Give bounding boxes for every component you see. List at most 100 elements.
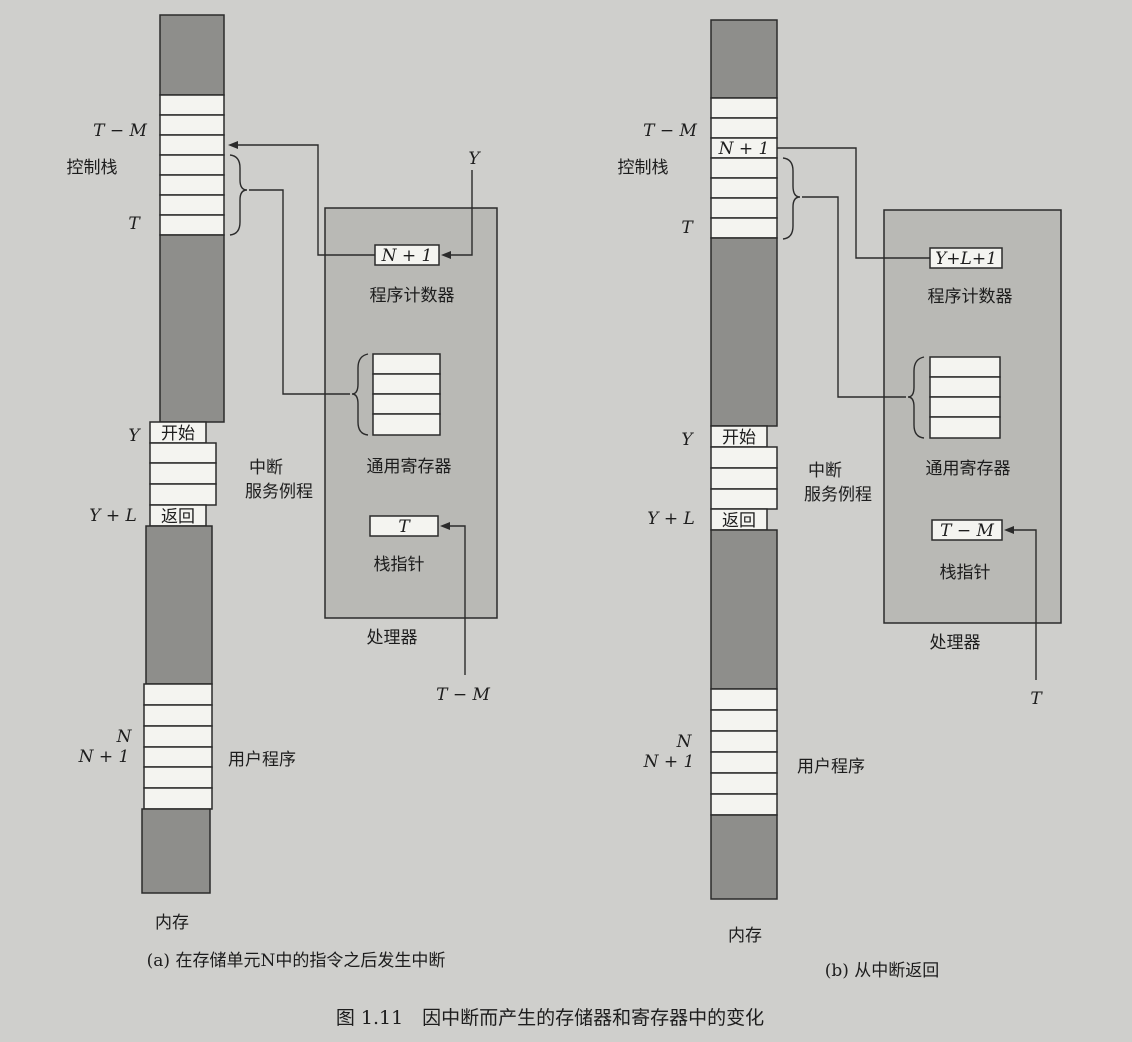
memory-cell xyxy=(159,114,225,136)
arrow-label-t: T xyxy=(1030,689,1043,709)
memory-cell xyxy=(149,462,217,485)
panel-a-memory-column xyxy=(141,14,225,894)
label-n: N xyxy=(676,732,693,752)
memory-cell xyxy=(710,197,778,219)
memory-shaded-block xyxy=(710,529,778,690)
general-register xyxy=(929,416,1001,439)
memory-shaded-block xyxy=(159,234,225,423)
label-memory: 内存 xyxy=(155,913,189,933)
memory-cell xyxy=(143,746,213,768)
memory-cell xyxy=(159,174,225,196)
label-t: T xyxy=(128,214,141,234)
sp-value: T xyxy=(398,517,411,537)
isr-label-line1: 中断 xyxy=(808,461,842,481)
label-y: Y xyxy=(681,430,694,450)
isr-label-line2: 服务例程 xyxy=(245,482,313,502)
figure: T − M 控制栈 T Y Y + L N N + 1 开始 返回 中断 服务例… xyxy=(0,0,1132,1042)
processor-name: 处理器 xyxy=(930,633,981,653)
interrupt-memory-diagram: T − M 控制栈 T Y Y + L N N + 1 开始 返回 中断 服务例… xyxy=(67,14,1062,1029)
isr-label-line1: 中断 xyxy=(249,458,283,478)
isr-label-line2: 服务例程 xyxy=(804,485,872,505)
label-control-stack: 控制栈 xyxy=(67,158,118,178)
stack-brace xyxy=(782,157,801,240)
general-register xyxy=(372,393,441,415)
sp-label: 栈指针 xyxy=(374,555,425,575)
memory-cell xyxy=(159,94,225,116)
memory-cell xyxy=(710,709,778,732)
panel-a: T − M 控制栈 T Y Y + L N N + 1 开始 返回 中断 服务例… xyxy=(67,14,498,971)
label-t-minus-m: T − M xyxy=(93,121,147,141)
arrow-label-t-minus-m: T − M xyxy=(436,685,490,705)
memory-cell xyxy=(710,157,778,179)
label-y-plus-l: Y + L xyxy=(89,506,137,526)
general-register xyxy=(929,396,1001,418)
label-n: N xyxy=(116,727,133,747)
label-n-plus-1: N + 1 xyxy=(643,752,695,772)
gpr-label: 通用寄存器 xyxy=(367,457,452,477)
pc-value: Y+L+1 xyxy=(935,249,997,269)
pc-label: 程序计数器 xyxy=(370,286,455,306)
panel-b: T − M 控制栈 T Y Y + L N N + 1 N + 1 开始 返回 … xyxy=(618,19,1062,981)
memory-cell xyxy=(149,483,217,506)
general-register xyxy=(929,376,1001,398)
memory-shaded-block xyxy=(710,237,778,427)
cell-text-return: 返回 xyxy=(722,511,756,531)
cell-text-start: 开始 xyxy=(161,424,195,444)
memory-cell xyxy=(159,214,225,236)
memory-cell xyxy=(710,488,778,510)
gpr-label: 通用寄存器 xyxy=(926,459,1011,479)
memory-cell xyxy=(710,793,778,816)
pc-value: N + 1 xyxy=(381,246,433,266)
caption-b: (b) 从中断返回 xyxy=(825,961,940,981)
label-n-plus-1: N + 1 xyxy=(78,747,130,767)
cell-text-n-plus-1: N + 1 xyxy=(718,139,770,159)
sp-value: T − M xyxy=(940,521,994,541)
memory-cell xyxy=(710,97,778,119)
cell-text-return: 返回 xyxy=(161,507,195,527)
memory-shaded-block xyxy=(710,19,778,99)
figure-title: 图 1.11 因中断而产生的存储器和寄存器中的变化 xyxy=(336,1007,764,1029)
memory-cell xyxy=(143,704,213,727)
sp-label: 栈指针 xyxy=(940,563,991,583)
memory-cell xyxy=(710,772,778,795)
memory-cell xyxy=(159,134,225,156)
memory-shaded-block xyxy=(159,14,225,96)
label-y: Y xyxy=(128,426,141,446)
memory-cell xyxy=(143,766,213,789)
label-user-program: 用户程序 xyxy=(228,750,296,770)
memory-cell xyxy=(710,117,778,139)
caption-a: (a) 在存储单元N中的指令之后发生中断 xyxy=(147,951,446,971)
memory-cell xyxy=(710,217,778,239)
label-memory: 内存 xyxy=(728,926,762,946)
general-register xyxy=(372,353,441,375)
label-control-stack: 控制栈 xyxy=(618,158,669,178)
memory-shaded-block xyxy=(141,808,211,894)
general-register xyxy=(372,373,441,395)
memory-cell xyxy=(710,730,778,753)
arrowhead xyxy=(228,141,238,149)
memory-shaded-block xyxy=(145,525,213,685)
memory-cell xyxy=(143,787,213,810)
arrow-label-y: Y xyxy=(468,149,481,169)
general-register xyxy=(929,356,1001,378)
memory-cell xyxy=(710,177,778,199)
memory-cell xyxy=(143,725,213,748)
label-t: T xyxy=(681,218,694,238)
processor-name: 处理器 xyxy=(367,628,418,648)
memory-cell xyxy=(159,154,225,176)
memory-cell xyxy=(143,683,213,706)
memory-cell xyxy=(710,751,778,774)
stack-brace xyxy=(229,154,248,236)
label-y-plus-l: Y + L xyxy=(647,509,695,529)
cell-text-start: 开始 xyxy=(722,428,756,448)
pc-label: 程序计数器 xyxy=(928,287,1013,307)
memory-cell xyxy=(710,446,778,469)
general-register xyxy=(372,413,441,436)
memory-cell xyxy=(710,688,778,711)
memory-cell xyxy=(710,467,778,490)
memory-shaded-block xyxy=(710,814,778,900)
memory-cell xyxy=(149,442,217,464)
label-user-program: 用户程序 xyxy=(797,757,865,777)
memory-cell xyxy=(159,194,225,216)
label-t-minus-m: T − M xyxy=(643,121,697,141)
